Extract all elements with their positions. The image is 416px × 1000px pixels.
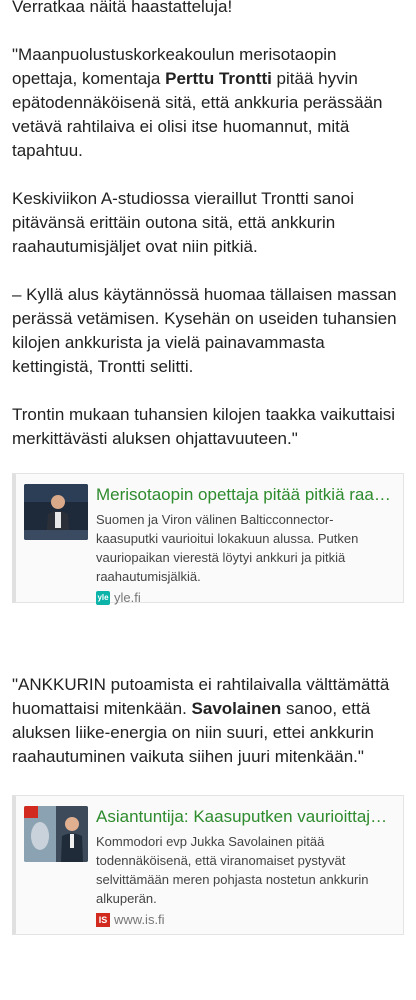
link-preview-card-yle[interactable]: Merisotaopin opettaja pitää pitkiä raaha… xyxy=(12,473,404,605)
person-name: Savolainen xyxy=(191,699,282,718)
card-title-link[interactable]: Merisotaopin opettaja pitää pitkiä raaha… xyxy=(96,484,393,506)
is-logo-icon: IS xyxy=(96,912,110,927)
card-body: Asiantuntija: Kaasuputken vaurioittajan … xyxy=(96,806,393,927)
card-description: Kommodori evp Jukka Savolainen pitää tod… xyxy=(96,834,369,906)
card-body: Merisotaopin opettaja pitää pitkiä raaha… xyxy=(96,484,393,605)
paragraph: – Kyllä alus käytännössä huomaa tällaise… xyxy=(12,285,397,376)
paragraph: Trontin mukaan tuhansien kilojen taakka … xyxy=(12,405,396,448)
card-description: Suomen ja Viron välinen Balticconnector-… xyxy=(96,512,359,584)
article-body: Verratkaa näitä haastatteluja! "Maanpuol… xyxy=(0,0,416,935)
source-domain: yle.fi xyxy=(114,590,141,605)
source-domain: www.is.fi xyxy=(114,912,165,927)
card-source: yle yle.fi xyxy=(96,590,393,605)
person-name: Perttu Trontti xyxy=(165,69,272,88)
thumbnail-image xyxy=(24,484,88,540)
yle-logo-icon: yle xyxy=(96,590,110,605)
card-source: IS www.is.fi xyxy=(96,912,393,927)
link-preview-card-is[interactable]: Asiantuntija: Kaasuputken vaurioittajan … xyxy=(12,795,404,935)
paragraph-quote-savolainen: "ANKKURIN putoamista ei rahtilaivalla vä… xyxy=(12,673,404,769)
paragraph: Keskiviikon A-studiossa vieraillut Tront… xyxy=(12,189,355,256)
thumbnail-image xyxy=(24,806,88,862)
paragraph-intro: Verratkaa näitä haastatteluja! xyxy=(12,0,233,16)
card-title-link[interactable]: Asiantuntija: Kaasuputken vaurioittajan … xyxy=(96,806,393,828)
paragraph-quote-start: "Maanpuolustuskorkeakoulun merisotaopin … xyxy=(12,43,404,163)
